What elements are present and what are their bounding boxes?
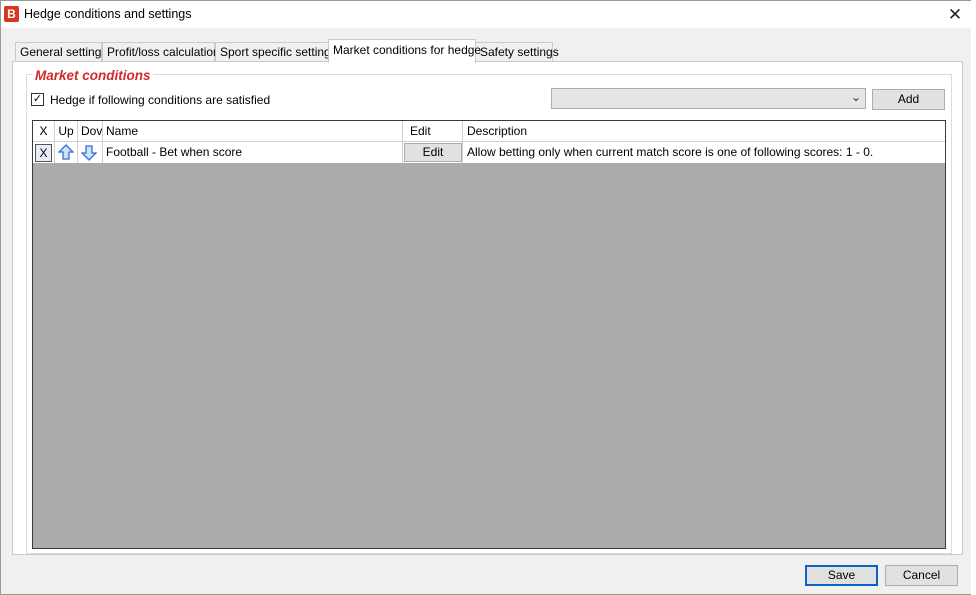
close-icon[interactable]: ✕: [935, 1, 975, 28]
column-header-edit[interactable]: Edit: [403, 121, 463, 141]
condition-name: Football - Bet when score: [103, 142, 403, 163]
title-bar: B Hedge conditions and settings ✕: [1, 1, 975, 28]
tab-safety-settings[interactable]: Safety settings: [475, 42, 559, 62]
column-header-name[interactable]: Name: [103, 121, 403, 141]
tab-sport-specific-settings[interactable]: Sport specific settings: [215, 42, 337, 62]
tab-general-settings[interactable]: General settings: [15, 42, 107, 62]
table-row[interactable]: X Football - Bet when score Edit Allow b…: [33, 142, 945, 163]
hedge-conditions-label[interactable]: Hedge if following conditions are satisf…: [50, 93, 270, 107]
group-title: Market conditions: [33, 68, 153, 83]
grid-header: X Up Dov Name Edit Description: [33, 121, 945, 142]
row-edit-cell: Edit: [403, 142, 463, 163]
remove-condition-button[interactable]: X: [35, 144, 52, 162]
edit-condition-button[interactable]: Edit: [404, 143, 462, 162]
column-header-up[interactable]: Up: [55, 121, 78, 141]
condition-type-select[interactable]: ⌄: [551, 88, 866, 109]
condition-description: Allow betting only when current match sc…: [467, 145, 874, 159]
row-move-down-cell: [78, 142, 103, 163]
column-header-x[interactable]: X: [33, 121, 55, 141]
hedge-conditions-checkbox[interactable]: ✓: [31, 93, 44, 106]
window-edge: [971, 0, 976, 595]
arrow-up-icon[interactable]: [58, 144, 74, 161]
tab-market-conditions-for-hedge[interactable]: Market conditions for hedge: [328, 39, 481, 63]
tab-profit-loss-calculation[interactable]: Profit/loss calculation: [102, 42, 220, 62]
column-header-description[interactable]: Description: [463, 121, 945, 141]
conditions-grid: X Up Dov Name Edit Description X Footbal…: [32, 120, 946, 549]
cancel-button[interactable]: Cancel: [885, 565, 958, 586]
add-condition-button[interactable]: Add: [872, 89, 945, 110]
chevron-down-icon: ⌄: [850, 90, 861, 104]
row-move-up-cell: [55, 142, 78, 163]
save-button[interactable]: Save: [805, 565, 878, 586]
column-header-down[interactable]: Dov: [78, 121, 103, 141]
market-conditions-tab-page: Market conditions ✓ Hedge if following c…: [12, 61, 963, 555]
dialog-window: B Hedge conditions and settings ✕ Genera…: [0, 0, 976, 595]
app-logo-icon: B: [4, 6, 19, 22]
window-title: Hedge conditions and settings: [24, 7, 192, 21]
row-remove-cell: X: [33, 142, 55, 163]
arrow-down-icon[interactable]: [81, 144, 97, 161]
